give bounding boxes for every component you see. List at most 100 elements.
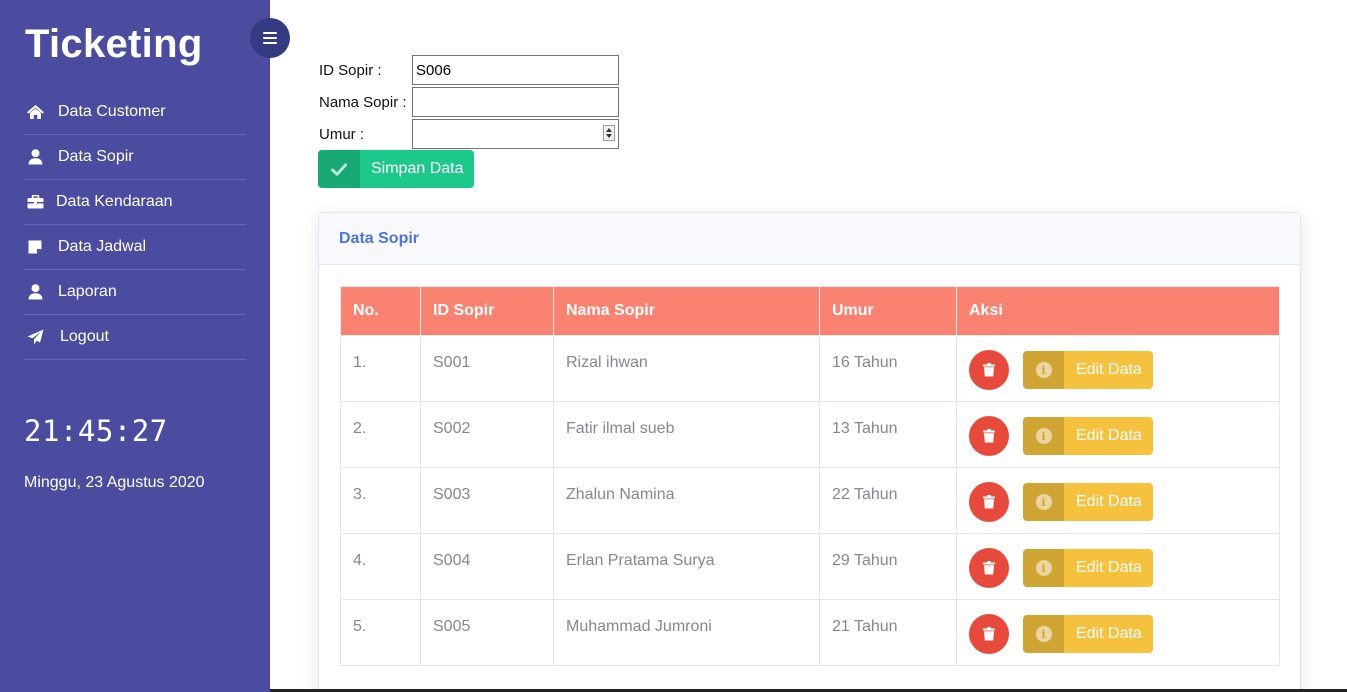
- home-icon: [24, 103, 46, 121]
- app-title: Ticketing: [25, 22, 203, 66]
- cell-aksi: i Edit Data: [956, 533, 1280, 600]
- sidebar-item-label: Data Customer: [58, 103, 166, 120]
- id-sopir-label: ID Sopir :: [319, 61, 382, 79]
- info-icon: i: [1023, 351, 1064, 389]
- sidebar-item-data-jadwal[interactable]: Data Jadwal: [24, 225, 246, 270]
- sidebar-item-logout[interactable]: Logout: [24, 315, 246, 360]
- sidebar-item-label: Logout: [60, 328, 109, 345]
- cell-no: 4.: [340, 533, 421, 600]
- user-icon: [24, 148, 46, 166]
- table-row: 1. S001 Rizal ihwan 16 Tahun i Edit Data: [340, 335, 1280, 402]
- sidebar-nav: Data Customer Data Sopir Data Kendaraan …: [24, 90, 246, 360]
- sidebar-item-data-kendaraan[interactable]: Data Kendaraan: [24, 180, 246, 225]
- edit-button-label: Edit Data: [1076, 559, 1142, 576]
- user-icon: [24, 283, 46, 301]
- edit-button-label: Edit Data: [1076, 361, 1142, 378]
- trash-icon: [983, 627, 995, 641]
- cell-umur: 29 Tahun: [819, 533, 957, 600]
- delete-button[interactable]: [969, 614, 1009, 654]
- cell-nama: Muhammad Jumroni: [553, 599, 820, 666]
- sticky-note-icon: [24, 238, 46, 256]
- number-spinner[interactable]: [603, 125, 615, 141]
- edit-button-label: Edit Data: [1076, 625, 1142, 642]
- check-icon: [318, 150, 360, 188]
- id-sopir-input[interactable]: [412, 55, 619, 85]
- save-button[interactable]: Simpan Data: [318, 150, 474, 188]
- info-icon: i: [1023, 549, 1064, 587]
- umur-label: Umur :: [319, 125, 364, 143]
- sidebar-toggle-button[interactable]: [250, 18, 290, 58]
- table-row: 2. S002 Fatir ilmal sueb 13 Tahun i Edit …: [340, 401, 1280, 468]
- info-icon: i: [1023, 483, 1064, 521]
- info-icon: i: [1023, 615, 1064, 653]
- cell-umur: 22 Tahun: [819, 467, 957, 534]
- cell-umur: 16 Tahun: [819, 335, 957, 402]
- column-header: Aksi: [956, 286, 1280, 336]
- sidebar-item-label: Data Kendaraan: [56, 193, 173, 210]
- column-header: No.: [340, 286, 421, 336]
- nama-sopir-label: Nama Sopir :: [319, 93, 407, 111]
- column-header: ID Sopir: [420, 286, 554, 336]
- cell-aksi: i Edit Data: [956, 599, 1280, 666]
- trash-icon: [983, 561, 995, 575]
- cell-id: S004: [420, 533, 554, 600]
- edit-button-label: Edit Data: [1076, 427, 1142, 444]
- trash-icon: [983, 363, 995, 377]
- cell-no: 2.: [340, 401, 421, 468]
- umur-field: [412, 119, 619, 149]
- cell-aksi: i Edit Data: [956, 335, 1280, 402]
- delete-button[interactable]: [969, 416, 1009, 456]
- current-date: Minggu, 23 Agustus 2020: [24, 474, 205, 491]
- sidebar-item-label: Laporan: [58, 283, 117, 300]
- table-header-row: No. ID Sopir Nama Sopir Umur Aksi: [340, 286, 1280, 336]
- clock: 21:45:27: [24, 414, 168, 448]
- paper-plane-icon: [24, 328, 46, 346]
- briefcase-icon: [24, 193, 46, 211]
- cell-aksi: i Edit Data: [956, 467, 1280, 534]
- edit-button[interactable]: i Edit Data: [1023, 483, 1153, 521]
- sidebar-item-data-customer[interactable]: Data Customer: [24, 90, 246, 135]
- menu-icon: [263, 32, 277, 44]
- cell-nama: Fatir ilmal sueb: [553, 401, 820, 468]
- save-button-label: Simpan Data: [371, 160, 464, 177]
- sidebar: Ticketing Data Customer Data Sopir Data …: [0, 0, 270, 692]
- edit-button-label: Edit Data: [1076, 493, 1142, 510]
- sidebar-item-label: Data Sopir: [58, 148, 134, 165]
- delete-button[interactable]: [969, 350, 1009, 390]
- column-header: Umur: [819, 286, 957, 336]
- table-row: 5. S005 Muhammad Jumroni 21 Tahun i Edit …: [340, 599, 1280, 666]
- umur-input[interactable]: [412, 119, 619, 149]
- cell-aksi: i Edit Data: [956, 401, 1280, 468]
- cell-nama: Erlan Pratama Surya: [553, 533, 820, 600]
- delete-button[interactable]: [969, 548, 1009, 588]
- cell-no: 5.: [340, 599, 421, 666]
- form-row-id: ID Sopir :: [319, 55, 619, 85]
- nama-sopir-input[interactable]: [412, 87, 619, 117]
- cell-umur: 13 Tahun: [819, 401, 957, 468]
- edit-button[interactable]: i Edit Data: [1023, 351, 1153, 389]
- cell-id: S005: [420, 599, 554, 666]
- cell-id: S002: [420, 401, 554, 468]
- delete-button[interactable]: [969, 482, 1009, 522]
- cell-no: 1.: [340, 335, 421, 402]
- sidebar-item-laporan[interactable]: Laporan: [24, 270, 246, 315]
- cell-umur: 21 Tahun: [819, 599, 957, 666]
- cell-nama: Rizal ihwan: [553, 335, 820, 402]
- edit-button[interactable]: i Edit Data: [1023, 549, 1153, 587]
- edit-button[interactable]: i Edit Data: [1023, 417, 1153, 455]
- trash-icon: [983, 429, 995, 443]
- data-sopir-card: Data Sopir No. ID Sopir Nama Sopir Umur …: [318, 212, 1301, 692]
- sidebar-item-data-sopir[interactable]: Data Sopir: [24, 135, 246, 180]
- card-title: Data Sopir: [319, 213, 1300, 265]
- trash-icon: [983, 495, 995, 509]
- cell-no: 3.: [340, 467, 421, 534]
- table-row: 3. S003 Zhalun Namina 22 Tahun i Edit Dat…: [340, 467, 1280, 534]
- data-sopir-table: No. ID Sopir Nama Sopir Umur Aksi 1. S00…: [340, 286, 1280, 666]
- cell-id: S003: [420, 467, 554, 534]
- form-row-umur: Umur :: [319, 119, 619, 149]
- form-row-nama: Nama Sopir :: [319, 87, 619, 117]
- sidebar-item-label: Data Jadwal: [58, 238, 147, 255]
- cell-id: S001: [420, 335, 554, 402]
- edit-button[interactable]: i Edit Data: [1023, 615, 1153, 653]
- cell-nama: Zhalun Namina: [553, 467, 820, 534]
